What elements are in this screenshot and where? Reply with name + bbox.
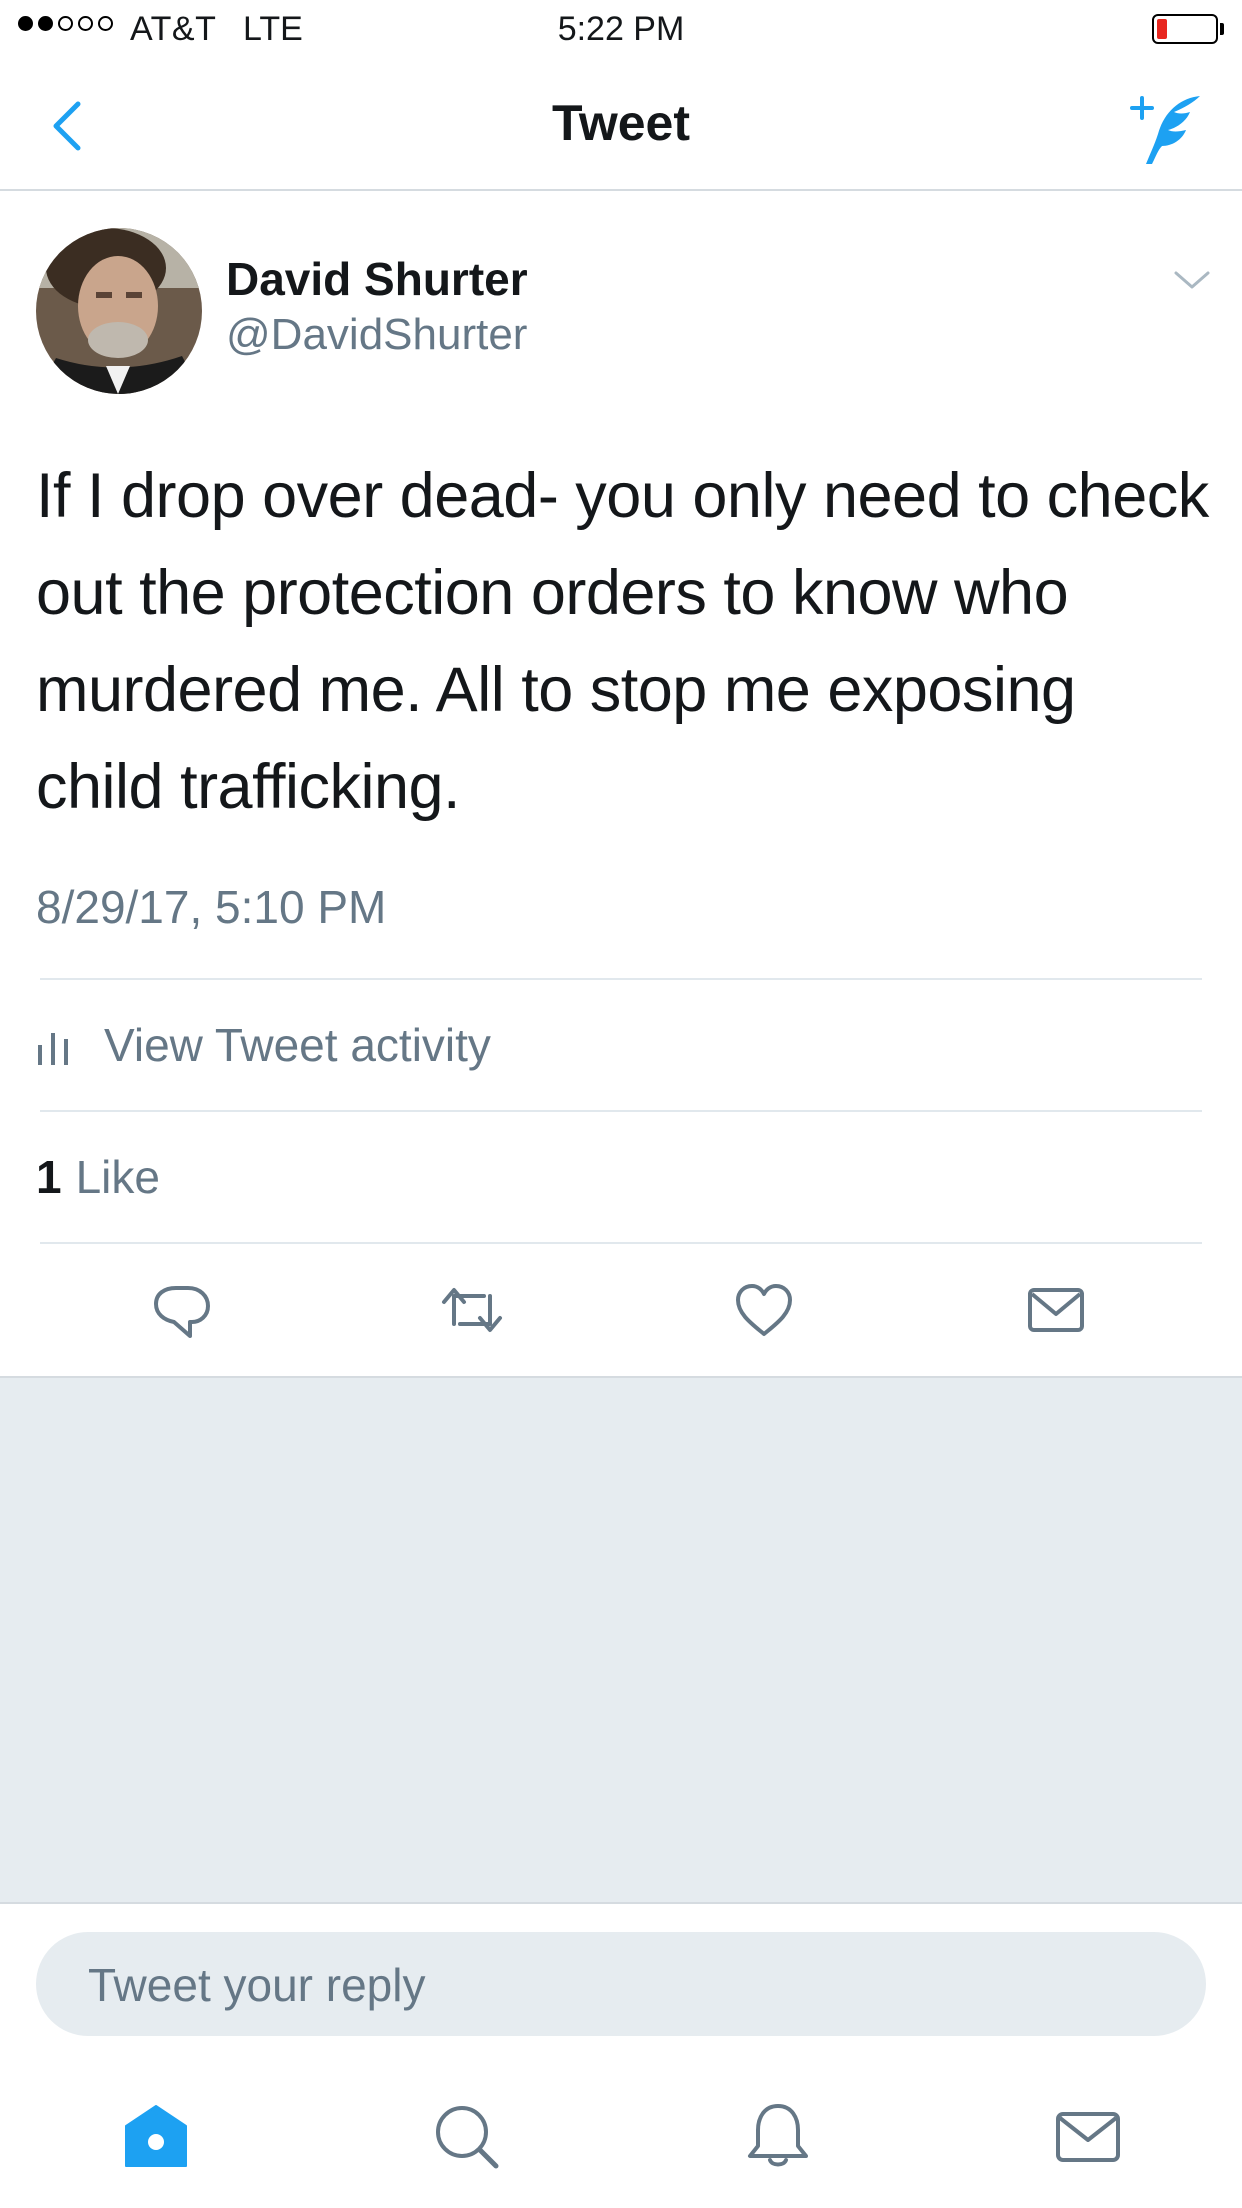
nav-bar: Tweet xyxy=(0,60,1242,191)
like-label: Like xyxy=(75,1151,160,1203)
tweet-text: If I drop over dead- you only need to ch… xyxy=(36,461,1209,822)
battery-cap xyxy=(1220,23,1224,35)
search-icon xyxy=(436,2106,499,2169)
bar-chart-icon xyxy=(38,1033,68,1065)
tweet-actions xyxy=(0,1244,1242,1374)
page-title: Tweet xyxy=(552,95,690,151)
chevron-down-icon xyxy=(1174,271,1210,289)
tab-notifications[interactable] xyxy=(742,2100,814,2172)
retweet-button[interactable] xyxy=(440,1278,504,1342)
direct-message-button[interactable] xyxy=(1024,1278,1088,1342)
status-time: 5:22 PM xyxy=(557,10,685,48)
tweet-options-button[interactable] xyxy=(1172,265,1212,295)
heart-icon xyxy=(736,1284,792,1336)
view-tweet-activity-label: View Tweet activity xyxy=(104,1019,491,1071)
compose-tweet-button[interactable] xyxy=(1128,90,1208,170)
home-icon xyxy=(125,2105,187,2167)
tab-home[interactable] xyxy=(120,2100,192,2172)
view-tweet-activity-button[interactable]: View Tweet activity xyxy=(36,980,1206,1110)
tab-messages[interactable] xyxy=(1052,2100,1124,2172)
avatar[interactable] xyxy=(36,228,202,394)
tab-bar xyxy=(0,2058,1242,2208)
author-handle[interactable]: @DavidShurter xyxy=(226,310,527,360)
tweet-timestamp: 8/29/17, 5:10 PM xyxy=(36,881,387,933)
like-button[interactable] xyxy=(732,1278,796,1342)
replies-area xyxy=(0,1376,1242,1904)
reply-icon xyxy=(154,1286,210,1338)
like-count: 1 xyxy=(36,1151,62,1203)
author-name[interactable]: David Shurter xyxy=(226,252,528,306)
reply-input[interactable]: Tweet your reply xyxy=(36,1932,1206,2036)
battery-icon xyxy=(1152,14,1218,44)
reply-placeholder: Tweet your reply xyxy=(88,1959,426,2011)
reply-button[interactable] xyxy=(150,1278,214,1342)
compose-tweet-icon xyxy=(1130,96,1200,164)
tab-search[interactable] xyxy=(430,2100,502,2172)
likes-count-link[interactable]: 1 Like xyxy=(36,1112,160,1242)
envelope-icon xyxy=(1056,2112,1120,2162)
divider xyxy=(40,1110,1202,1112)
status-bar: AT&T LTE 5:22 PM xyxy=(0,0,1242,60)
retweet-icon xyxy=(442,1288,502,1332)
envelope-icon xyxy=(1028,1288,1084,1332)
bell-icon xyxy=(748,2104,808,2167)
